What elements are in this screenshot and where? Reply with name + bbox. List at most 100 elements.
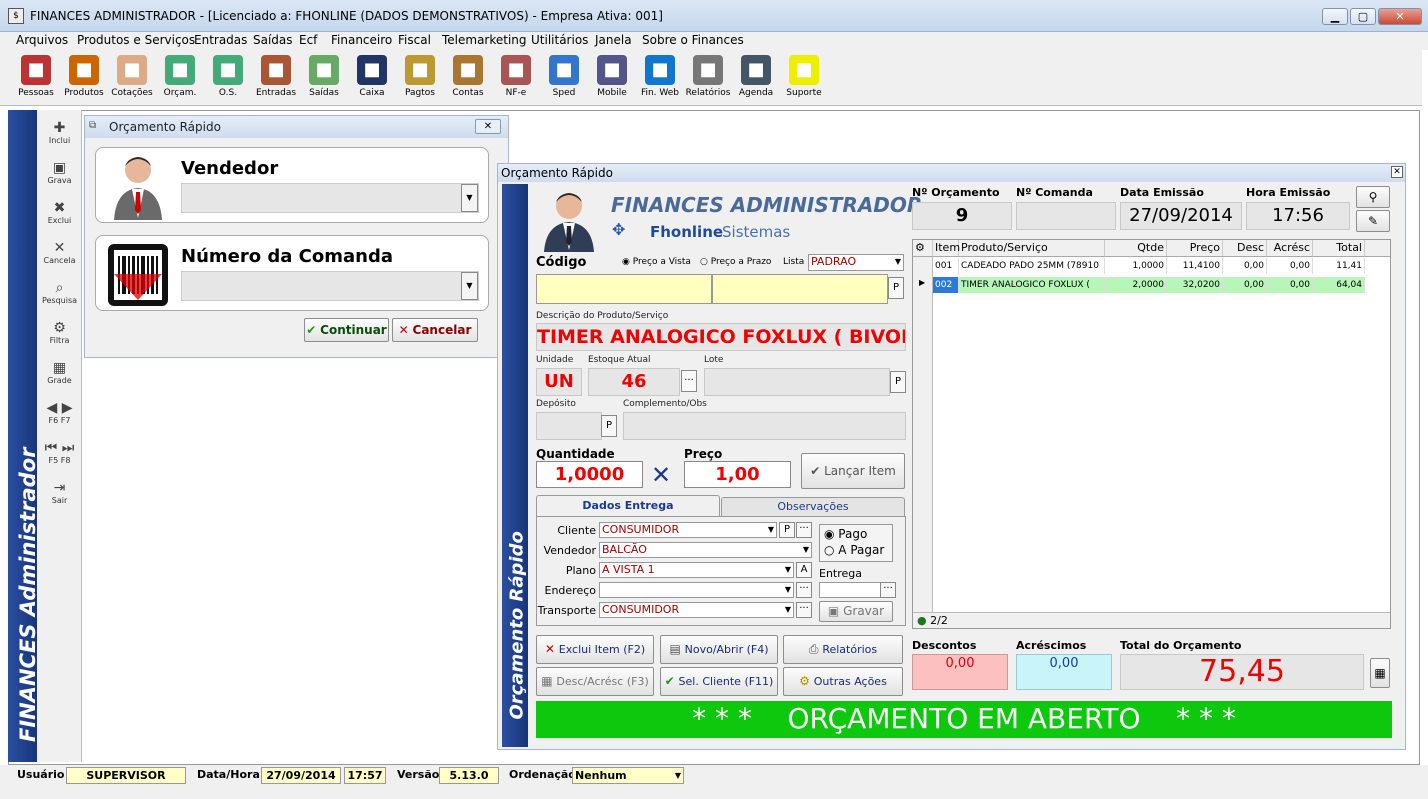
chevron-down-icon[interactable]: ▼ bbox=[803, 543, 809, 557]
pago-radio[interactable]: ◉ Pago bbox=[824, 527, 867, 541]
table-row[interactable]: ▶ 002 TIMER ANALOGICO FOXLUX ( 2,0000 32… bbox=[913, 277, 1365, 295]
binoculars-icon[interactable]: ⚲ bbox=[1356, 186, 1390, 208]
menu-item[interactable]: Sobre o Finances bbox=[642, 32, 744, 49]
chevron-down-icon[interactable]: ▼ bbox=[675, 768, 681, 783]
novo-abrir-button[interactable]: ▤ Novo/Abrir (F4) bbox=[660, 635, 778, 664]
complemento-field[interactable] bbox=[623, 412, 906, 440]
transporte-select[interactable]: CONSUMIDOR ▼ bbox=[599, 602, 794, 618]
minimize-button[interactable]: ▁ bbox=[1322, 8, 1348, 25]
toolbar-button-9[interactable]: ■ Contas bbox=[444, 53, 492, 105]
exclui-item-button[interactable]: ✕ Exclui Item (F2) bbox=[536, 635, 654, 664]
menu-item[interactable]: Janela bbox=[595, 32, 632, 49]
window-close-button[interactable]: ✕ bbox=[1391, 166, 1403, 178]
col-preco[interactable]: Preço bbox=[1167, 240, 1223, 256]
dialog-close-button[interactable]: ✕ bbox=[475, 119, 501, 134]
cancelar-button[interactable]: ✕ Cancelar bbox=[392, 318, 478, 342]
side-tool-0[interactable]: ✚ Inclui bbox=[37, 120, 82, 145]
lote-field[interactable] bbox=[704, 368, 890, 396]
menu-item[interactable]: Entradas bbox=[194, 32, 247, 49]
toolbar-button-11[interactable]: ■ Sped bbox=[540, 53, 588, 105]
menu-item[interactable]: Telemarketing bbox=[442, 32, 527, 49]
estoque-more-button[interactable]: ··· bbox=[681, 370, 697, 392]
menu-item[interactable]: Utilitários bbox=[531, 32, 588, 49]
toolbar-button-2[interactable]: ■ Cotações bbox=[108, 53, 156, 105]
deposito-field[interactable] bbox=[536, 412, 602, 440]
table-row[interactable]: 001 CADEADO PADO 25MM (78910 1,0000 11,4… bbox=[913, 258, 1365, 276]
deposito-search-button[interactable]: P bbox=[601, 415, 617, 437]
tab-dados-entrega[interactable]: Dados Entrega bbox=[536, 495, 720, 517]
endereco-more-button[interactable]: ··· bbox=[796, 582, 812, 598]
col-item[interactable]: Item bbox=[933, 240, 960, 256]
sel-cliente-button[interactable]: ✔ Sel. Cliente (F11) bbox=[660, 667, 778, 696]
maximize-button[interactable]: ▢ bbox=[1350, 8, 1376, 25]
toolbar-button-16[interactable]: ■ Suporte bbox=[780, 53, 828, 105]
toolbar-button-3[interactable]: ■ Orçam. bbox=[156, 53, 204, 105]
col-total[interactable]: Total bbox=[1313, 240, 1365, 256]
side-tool-6[interactable]: ▦ Grade bbox=[37, 360, 82, 385]
chevron-down-icon[interactable]: ▼ bbox=[895, 255, 901, 269]
edit-icon[interactable]: ✎ bbox=[1356, 210, 1390, 232]
desc-acresc-button[interactable]: ▦ Desc/Acrésc (F3) bbox=[536, 667, 654, 696]
side-tool-4[interactable]: ⌕ Pesquisa bbox=[37, 280, 82, 305]
comanda-select[interactable]: ▼ bbox=[181, 271, 479, 301]
cliente-more-button[interactable]: ··· bbox=[796, 522, 812, 538]
menu-item[interactable]: Fiscal bbox=[398, 32, 431, 49]
app-icon[interactable]: $ bbox=[8, 8, 24, 24]
lancar-item-button[interactable]: ✔ Lançar Item bbox=[801, 453, 905, 489]
side-tool-2[interactable]: ✖ Exclui bbox=[37, 200, 82, 225]
menu-item[interactable]: Ecf bbox=[299, 32, 317, 49]
cliente-search-button[interactable]: P bbox=[779, 522, 795, 538]
cliente-select[interactable]: CONSUMIDOR ▼ bbox=[599, 522, 777, 538]
chevron-down-icon[interactable]: ▼ bbox=[785, 583, 791, 597]
chevron-down-icon[interactable]: ▼ bbox=[785, 603, 791, 617]
toolbar-button-7[interactable]: ■ Caixa bbox=[348, 53, 396, 105]
continuar-button[interactable]: ✔ Continuar bbox=[304, 318, 389, 342]
lote-search-button[interactable]: P bbox=[890, 371, 906, 393]
calculator-button[interactable]: ▦ bbox=[1370, 658, 1390, 688]
quantidade-input[interactable]: 1,0000 bbox=[536, 461, 643, 488]
grid-settings-icon[interactable]: ⚙ bbox=[913, 240, 933, 256]
menu-item[interactable]: Produtos e Serviços bbox=[77, 32, 195, 49]
toolbar-button-14[interactable]: ■ Relatórios bbox=[684, 53, 732, 105]
col-produto[interactable]: Produto/Serviço bbox=[959, 240, 1105, 256]
side-tool-7[interactable]: ◀ ▶ F6 F7 bbox=[37, 400, 82, 425]
apagar-radio[interactable]: ○ A Pagar bbox=[824, 543, 884, 557]
col-qtde[interactable]: Qtde bbox=[1105, 240, 1167, 256]
toolbar-button-1[interactable]: ■ Produtos bbox=[60, 53, 108, 105]
toolbar-button-0[interactable]: ■ Pessoas bbox=[12, 53, 60, 105]
col-acresc[interactable]: Acrésc bbox=[1267, 240, 1313, 256]
toolbar-button-10[interactable]: ■ NF-e bbox=[492, 53, 540, 105]
plano-a-button[interactable]: A bbox=[796, 562, 812, 578]
side-tool-9[interactable]: ⇥ Sair bbox=[37, 480, 82, 505]
plano-select[interactable]: A VISTA 1 ▼ bbox=[599, 562, 794, 578]
vendedor-field-select[interactable]: BALCÃO ▼ bbox=[599, 542, 812, 558]
toolbar-button-13[interactable]: ■ Fin. Web bbox=[636, 53, 684, 105]
menu-item[interactable]: Arquivos bbox=[16, 32, 68, 49]
codigo-extra-input[interactable] bbox=[712, 274, 888, 304]
tab-observacoes[interactable]: Observações bbox=[721, 497, 905, 517]
entrega-input[interactable] bbox=[819, 582, 881, 598]
toolbar-button-15[interactable]: ■ Agenda bbox=[732, 53, 780, 105]
toolbar-button-5[interactable]: ■ Entradas bbox=[252, 53, 300, 105]
chevron-down-icon[interactable]: ▼ bbox=[461, 184, 478, 212]
preco-vista-radio[interactable]: ◉ Preço a Vista bbox=[622, 257, 691, 267]
ordenacao-select[interactable]: Nenhum ▼ bbox=[572, 767, 684, 784]
side-tool-8[interactable]: ⏮ ⏭ F5 F8 bbox=[37, 440, 82, 465]
side-tool-5[interactable]: ⚙ Filtra bbox=[37, 320, 82, 345]
preco-prazo-radio[interactable]: ○ Preço a Prazo bbox=[700, 257, 771, 267]
codigo-search-button[interactable]: P bbox=[888, 277, 904, 299]
chevron-down-icon[interactable]: ▼ bbox=[785, 563, 791, 577]
vendedor-select[interactable]: ▼ bbox=[181, 183, 479, 213]
chevron-down-icon[interactable]: ▼ bbox=[768, 523, 774, 537]
menu-item[interactable]: Saídas bbox=[253, 32, 293, 49]
transporte-more-button[interactable]: ··· bbox=[796, 602, 812, 618]
gravar-button[interactable]: ▣ Gravar bbox=[819, 601, 893, 622]
endereco-select[interactable]: ▼ bbox=[599, 582, 794, 598]
close-button[interactable]: ✕ bbox=[1378, 8, 1422, 25]
toolbar-button-6[interactable]: ■ Saídas bbox=[300, 53, 348, 105]
lista-select[interactable]: PADRAO ▼ bbox=[808, 254, 904, 271]
col-desc[interactable]: Desc bbox=[1223, 240, 1267, 256]
preco-input[interactable]: 1,00 bbox=[684, 461, 791, 488]
chevron-down-icon[interactable]: ▼ bbox=[461, 272, 478, 300]
menu-item[interactable]: Financeiro bbox=[331, 32, 392, 49]
